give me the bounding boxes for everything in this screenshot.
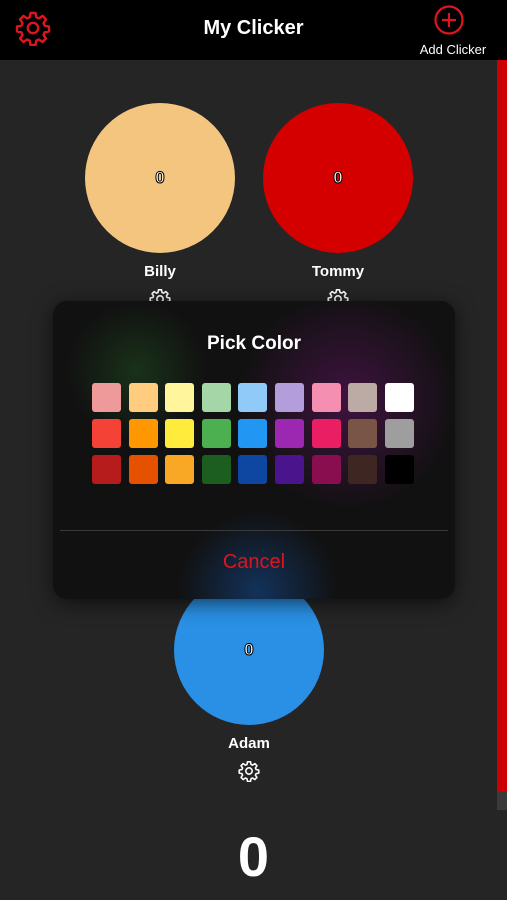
color-swatch[interactable] — [238, 419, 268, 448]
color-swatch[interactable] — [238, 455, 268, 484]
clicker-name: Adam — [228, 735, 270, 752]
color-swatch[interactable] — [92, 455, 121, 484]
divider — [60, 530, 448, 531]
color-swatch[interactable] — [165, 419, 195, 448]
clicker-count: 0 — [155, 168, 166, 188]
color-swatch[interactable] — [201, 419, 231, 448]
app-header: My Clicker Add Clicker — [0, 0, 507, 60]
color-swatch[interactable] — [384, 455, 414, 484]
color-swatch[interactable] — [128, 419, 158, 448]
color-swatch[interactable] — [274, 455, 304, 484]
color-swatch[interactable] — [128, 455, 158, 484]
color-swatch[interactable] — [311, 383, 341, 412]
clicker-tommy: 0 Tommy — [263, 103, 413, 310]
color-swatch[interactable] — [92, 419, 121, 448]
color-swatch[interactable] — [348, 419, 378, 448]
add-clicker-button[interactable]: Add Clicker — [411, 4, 493, 58]
color-swatch[interactable] — [92, 383, 121, 412]
color-swatch[interactable] — [165, 455, 195, 484]
clicker-name: Tommy — [311, 263, 365, 280]
color-swatch[interactable] — [238, 383, 268, 412]
color-swatch[interactable] — [384, 419, 414, 448]
scrollbar[interactable] — [497, 60, 507, 810]
clicker-billy: 0 Billy — [85, 103, 235, 310]
color-swatch[interactable] — [311, 455, 341, 484]
color-swatch[interactable] — [201, 383, 231, 412]
color-swatch[interactable] — [311, 419, 341, 448]
color-swatch[interactable] — [128, 383, 158, 412]
clicker-button[interactable]: 0 — [85, 103, 235, 253]
color-swatch[interactable] — [165, 383, 195, 412]
color-swatch[interactable] — [201, 455, 231, 484]
clicker-button[interactable]: 0 — [263, 103, 413, 253]
scrollbar-thumb[interactable] — [497, 60, 507, 792]
plus-circle-icon — [434, 5, 464, 35]
clicker-count: 0 — [333, 168, 344, 188]
color-swatch[interactable] — [348, 383, 378, 412]
color-swatch[interactable] — [274, 419, 304, 448]
clicker-count: 0 — [244, 640, 255, 660]
clicker-name: Billy — [144, 263, 176, 280]
gear-icon[interactable] — [238, 760, 260, 782]
cancel-button[interactable]: Cancel — [53, 551, 455, 574]
color-swatch-grid — [92, 383, 418, 484]
color-swatch[interactable] — [348, 455, 378, 484]
color-picker-dialog: Pick Color Cancel — [53, 301, 455, 599]
color-swatch[interactable] — [384, 383, 414, 412]
clicker-adam: 0 Adam — [174, 575, 324, 782]
add-clicker-label: Add Clicker — [419, 42, 487, 57]
color-swatch[interactable] — [274, 383, 304, 412]
dialog-title: Pick Color — [207, 333, 301, 354]
total-count: 0 — [237, 825, 270, 888]
